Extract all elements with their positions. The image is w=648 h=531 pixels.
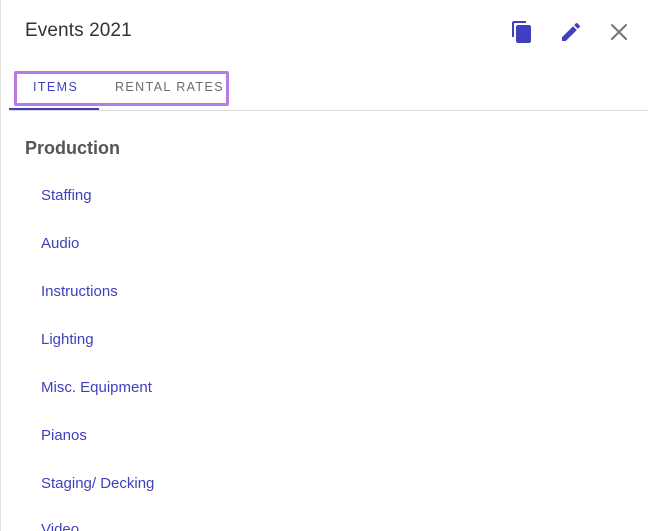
close-button[interactable] bbox=[607, 20, 631, 44]
list-item-staffing[interactable]: Staffing bbox=[41, 187, 92, 204]
section-heading: Production bbox=[25, 138, 120, 158]
tabs-divider bbox=[9, 110, 648, 111]
panel-edge-divider bbox=[0, 0, 1, 531]
copy-document-icon bbox=[510, 20, 534, 44]
list-item-video[interactable]: Video bbox=[41, 521, 79, 531]
tab-rental-rates[interactable]: RENTAL RATES bbox=[115, 80, 224, 94]
copy-button[interactable] bbox=[510, 20, 534, 44]
close-icon bbox=[607, 20, 631, 44]
list-item-pianos[interactable]: Pianos bbox=[41, 427, 87, 444]
edit-button[interactable] bbox=[559, 20, 583, 44]
list-item-staging-decking[interactable]: Staging/ Decking bbox=[41, 475, 154, 492]
tab-items[interactable]: ITEMS bbox=[33, 80, 78, 94]
panel-title: Events 2021 bbox=[25, 20, 132, 41]
list-item-lighting[interactable]: Lighting bbox=[41, 331, 94, 348]
pencil-icon bbox=[559, 20, 583, 44]
list-item-misc-equipment[interactable]: Misc. Equipment bbox=[41, 379, 152, 396]
list-item-audio[interactable]: Audio bbox=[41, 235, 79, 252]
event-detail-panel: Events 2021 ITEMS RENTAL RATES Productio… bbox=[0, 0, 648, 531]
list-item-instructions[interactable]: Instructions bbox=[41, 283, 118, 300]
